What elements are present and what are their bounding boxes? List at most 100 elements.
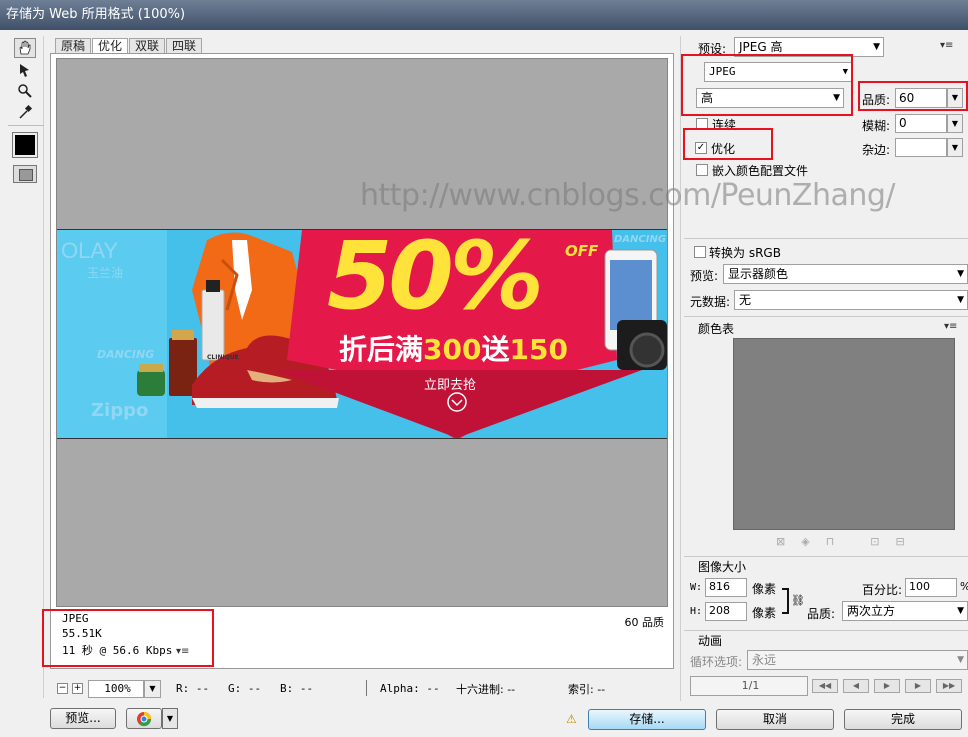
warning-icon: ⚠ [566,712,577,726]
browser-icon [137,712,152,727]
highlight-box-info [42,609,214,667]
highlight-box-quality [858,81,968,111]
resample-quality-select[interactable]: 两次立方 ▼ [842,601,968,621]
readout-alpha: Alpha: -- [380,682,440,695]
preview-label: 预览: [690,269,719,283]
lock-color-icon[interactable]: ⊓ [826,535,851,548]
preview-button[interactable]: 预览... [50,708,116,729]
color-table-grid[interactable] [733,338,955,530]
percent-field[interactable]: 100 [905,578,957,597]
window-title-bar: 存储为 Web 所用格式 (100%) [0,0,968,30]
slice-select-icon[interactable] [14,60,36,80]
matte-swatch[interactable] [895,138,947,157]
save-button[interactable]: 存储... [588,709,706,730]
eyedropper-icon[interactable] [14,102,36,122]
readout-g: G: -- [228,682,262,695]
matte-label: 杂边: [862,143,891,157]
tab-4up[interactable]: 四联 [166,38,203,54]
eyedropper-color-swatch[interactable] [12,132,38,158]
zoom-dropdown-arrow-icon[interactable]: ▼ [144,680,161,698]
prev-frame-icon[interactable]: ◀ [843,679,869,693]
panel-menu-icon[interactable]: ▾≡ [940,40,953,51]
window-title: 存储为 Web 所用格式 (100%) [6,7,186,22]
promo-text-c: 送 [481,333,510,366]
width-label: W: [690,582,703,593]
play-icon[interactable]: ▶ [874,679,900,693]
readout-b: B: -- [280,682,314,695]
highlight-box-optimized [683,128,773,160]
section-divider [684,238,968,239]
resample-quality-value: 两次立方 [847,604,896,618]
last-frame-icon[interactable]: ▶▶ [936,679,962,693]
tab-optimized[interactable]: 优化 [92,38,129,54]
zoom-out-button[interactable]: − [57,683,68,694]
promo-off-label: OFF [565,242,599,260]
loop-select[interactable]: 永远 ▼ [747,650,968,670]
link-chain-icon[interactable]: ⛓ [791,594,805,607]
map-transparent-icon[interactable]: ⊠ [776,535,801,548]
tab-2up[interactable]: 双联 [129,38,166,54]
promo-text-d: 150 [509,333,568,366]
promo-text-b: 300 [423,333,482,366]
zoom-icon[interactable] [14,81,36,101]
matte-arrow-icon[interactable]: ▼ [947,138,963,157]
metadata-select[interactable]: 无 ▼ [734,290,968,310]
zoom-in-button[interactable]: + [72,683,83,694]
blur-field[interactable]: 0 [895,114,947,133]
info-quality: 60 品质 [624,616,665,629]
convert-srgb-checkbox[interactable] [694,246,706,258]
promo-text-a: 折后满 [339,333,424,366]
new-color-icon[interactable]: ⊡ [870,535,895,548]
watermark-text: http://www.cnblogs.com/PeunZhang/ [360,178,896,213]
chevron-down-icon: ▼ [957,655,964,665]
height-label: H: [690,606,703,617]
readout-hex: 十六进制: -- [456,683,516,696]
color-table-title: 颜色表 [698,322,735,336]
image-size-title: 图像大小 [698,560,747,574]
preview-select[interactable]: 显示器颜色 ▼ [723,264,968,284]
first-frame-icon[interactable]: ◀◀ [812,679,838,693]
browser-preview-button[interactable] [126,708,162,729]
convert-srgb-label: 转换为 sRGB [709,246,781,260]
readout-r: R: -- [176,682,210,695]
embed-profile-checkbox[interactable] [696,164,708,176]
web-shift-icon[interactable]: ◈ [801,535,825,548]
toggle-slices-visibility-icon[interactable] [13,165,37,183]
loop-label: 循环选项: [690,655,743,669]
metadata-label: 元数据: [690,295,731,309]
promo-big-percent: 50% [327,229,544,331]
chevron-down-icon: ▼ [873,42,880,52]
done-button[interactable]: 完成 [844,709,962,730]
promo-cta: 立即去抢 [424,378,477,393]
blur-slider-arrow-icon[interactable]: ▼ [947,114,963,133]
browser-menu-arrow-icon[interactable]: ▼ [162,708,178,729]
percent-label: 百分比: [862,583,903,597]
tab-original[interactable]: 原稿 [55,38,92,54]
height-unit: 像素 [752,606,777,620]
brand-dancing-right: DANCING [614,234,667,245]
width-field[interactable]: 816 [705,578,747,597]
next-frame-icon[interactable]: ▶ [905,679,931,693]
blur-label: 模糊: [862,119,891,133]
color-table-icons: ⊠◈⊓ ⊡⊟ [776,535,921,548]
brand-olay-logo: OLAY [61,238,119,263]
view-tabs: 原稿 优化 双联 四联 [55,38,203,54]
metadata-value: 无 [739,293,752,307]
brand-dancing-logo: DANCING [97,348,155,361]
chevron-down-icon: ▼ [957,606,964,616]
tool-divider [8,125,44,126]
percent-unit: % [960,580,968,593]
promo-line: 折后满300送150 [339,328,568,368]
zoom-level-field[interactable]: 100% [88,680,144,698]
width-unit: 像素 [752,582,777,596]
section-divider [684,630,968,631]
hand-tool-icon[interactable] [14,38,36,58]
delete-color-icon[interactable]: ⊟ [896,535,921,548]
height-field[interactable]: 208 [705,602,747,621]
cancel-button[interactable]: 取消 [716,709,834,730]
preview-value: 显示器颜色 [728,267,789,281]
brand-zippo-logo: Zippo [91,400,149,421]
brand-olay-cn: 玉兰油 [87,266,124,280]
color-table-menu-icon[interactable]: ▾≡ [944,321,957,332]
section-divider [684,316,968,317]
